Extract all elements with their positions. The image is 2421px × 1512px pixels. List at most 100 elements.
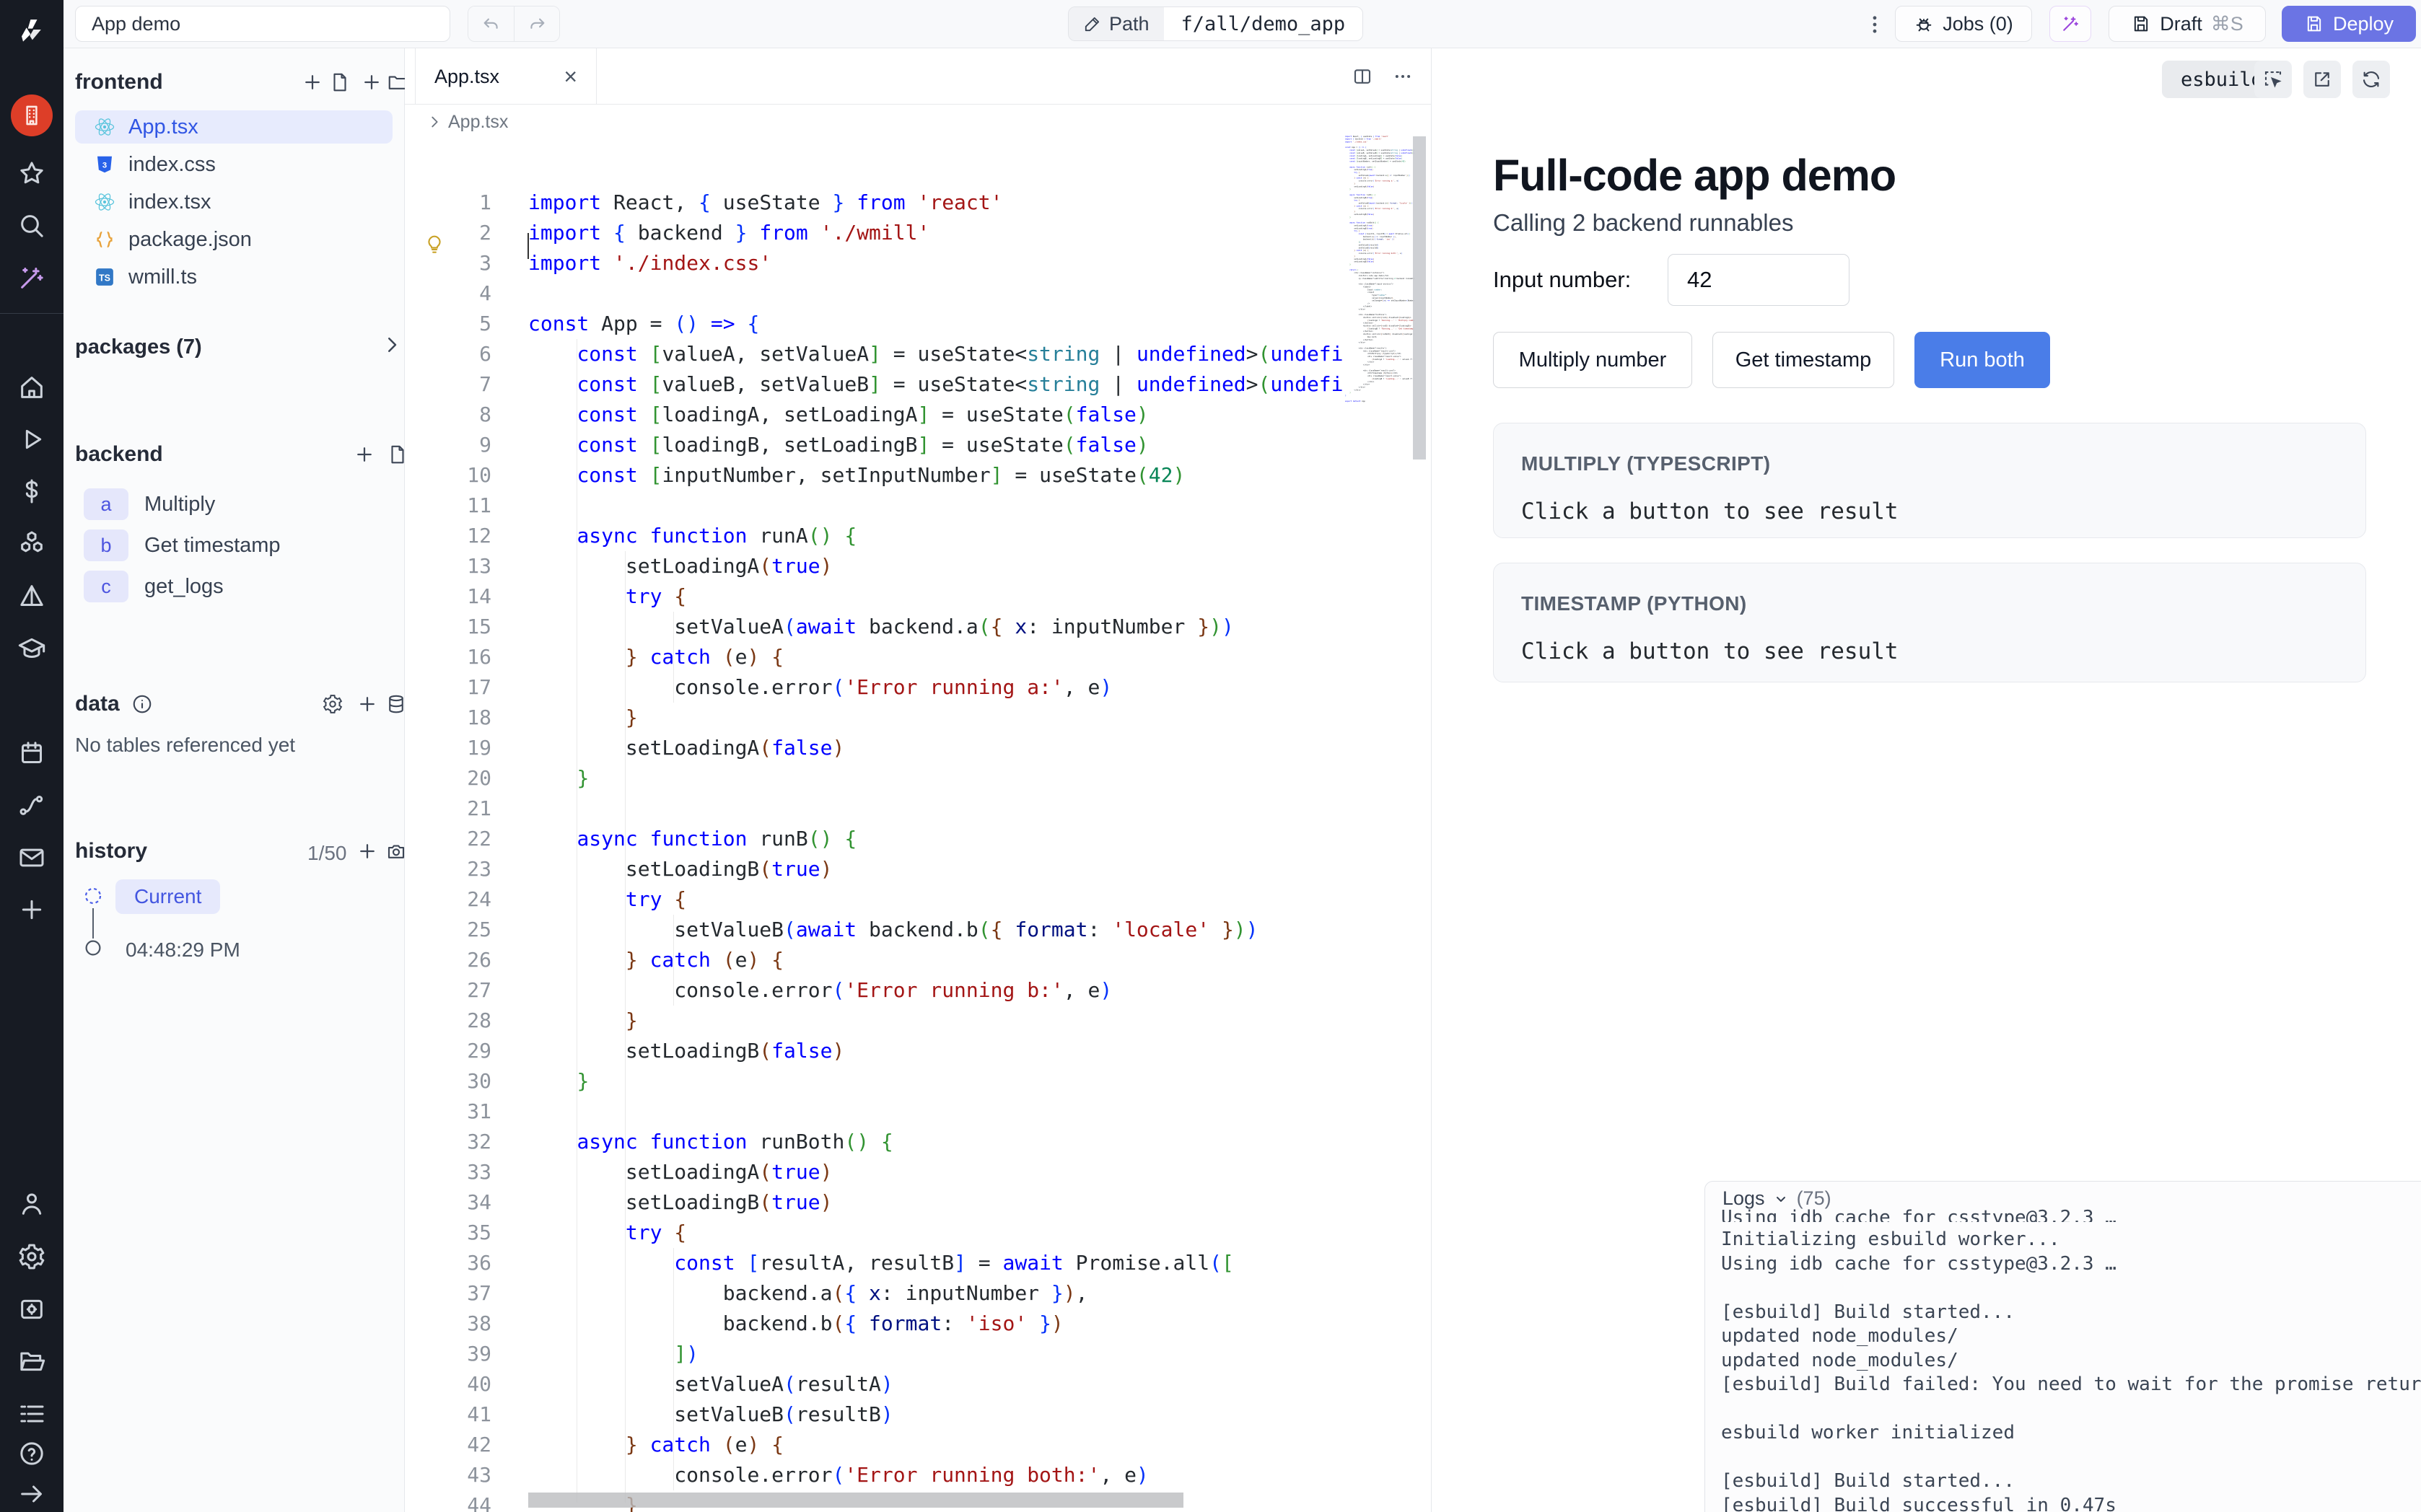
ai-wand-button[interactable] (2049, 6, 2091, 42)
indent-guide (673, 612, 674, 703)
add-plus-icon (17, 895, 46, 924)
line-number: 3 (405, 248, 491, 278)
line-number: 26 (405, 945, 491, 975)
horizontal-scrollbar[interactable] (528, 1493, 1183, 1508)
jobs-button[interactable]: Jobs (0) (1895, 6, 2032, 42)
svg-text:TS: TS (99, 273, 110, 284)
file-row-package-json[interactable]: package.json (75, 223, 393, 256)
logs-dropdown[interactable]: Logs (75) (1722, 1187, 1831, 1210)
undo-button[interactable] (468, 6, 514, 41)
rail-item-windmill-logo[interactable] (0, 10, 64, 52)
backend-section-title: backend (75, 442, 163, 467)
line-number: 29 (405, 1036, 491, 1066)
vertical-scrollbar[interactable] (1413, 136, 1426, 460)
file-row-index-tsx[interactable]: index.tsx (75, 185, 393, 219)
app-root: Path f/all/demo_app Jobs (0) Draft ⌘S De… (0, 0, 2421, 1512)
history-add-button[interactable] (356, 840, 378, 862)
split-view-icon[interactable] (1352, 66, 1373, 87)
history-node-icon[interactable] (82, 937, 104, 959)
typescript-icon: TS (94, 266, 115, 288)
rail-item-add-plus-icon[interactable] (0, 889, 64, 931)
file-row-wmill-ts[interactable]: TSwmill.ts (75, 260, 393, 294)
rail-item-workers-server-icon[interactable] (0, 1288, 64, 1330)
deploy-label: Deploy (2333, 13, 2394, 35)
close-icon[interactable]: × (564, 63, 577, 90)
history-current-badge[interactable]: Current (115, 879, 220, 914)
rail-item-user-icon[interactable] (0, 1183, 64, 1225)
rail-item-settings-gear-icon[interactable] (0, 1236, 64, 1278)
add-folder-button[interactable] (361, 71, 382, 93)
rail-item-variables-dollar-icon[interactable] (0, 470, 64, 512)
input-number-field[interactable] (1668, 254, 1849, 306)
rail-item-help-icon[interactable] (0, 1433, 64, 1474)
line-number: 1 (405, 188, 491, 218)
minimap[interactable]: import React, { useState } from 'react'i… (1344, 135, 1414, 1512)
get-timestamp-button[interactable]: Get timestamp (1712, 332, 1894, 388)
code-line-33: setLoadingA(true) (528, 1157, 832, 1187)
backend-runnable-a[interactable]: aMultiply (84, 488, 215, 520)
rail-item-mail-icon[interactable] (0, 837, 64, 879)
redo-button[interactable] (514, 6, 559, 41)
code-line-5: const App = () => { (528, 309, 759, 339)
app-name-input[interactable] (75, 6, 450, 42)
rail-item-triggers-prism-icon[interactable] (0, 575, 64, 617)
data-add-button[interactable] (356, 693, 378, 715)
code-line-43: console.error('Error running both:', e) (528, 1460, 1149, 1490)
rail-item-home-icon[interactable] (0, 366, 64, 408)
rail-item-expand-arrow-icon[interactable] (0, 1473, 64, 1512)
rail-item-magic-wand-icon[interactable] (0, 257, 64, 299)
rail-item-resources-cubes-icon[interactable] (0, 522, 64, 564)
rail-item-schedules-calendar-icon[interactable] (0, 732, 64, 774)
camera-icon[interactable] (385, 840, 407, 862)
line-number: 13 (405, 551, 491, 581)
chevron-right-icon (426, 114, 442, 130)
log-line: esbuild worker initialized (1721, 1421, 2015, 1445)
backend-runnable-b[interactable]: bGet timestamp (84, 529, 281, 561)
rail-divider (0, 313, 64, 314)
rail-item-apps-building-icon[interactable] (0, 94, 64, 136)
refresh-button[interactable] (2352, 61, 2390, 98)
timestamp-result-card: TIMESTAMP (PYTHON) Click a button to see… (1493, 563, 2366, 682)
draft-button[interactable]: Draft ⌘S (2109, 6, 2266, 42)
settings-gear-icon (17, 1242, 46, 1271)
backend-add-button[interactable] (354, 444, 375, 465)
code-line-16: } catch (e) { (528, 642, 784, 672)
rail-item-runs-play-icon[interactable] (0, 418, 64, 460)
run-both-button[interactable]: Run both (1914, 332, 2050, 388)
code-line-12: async function runA() { (528, 521, 857, 551)
breadcrumb[interactable]: App.tsx (426, 105, 508, 139)
chevron-right-icon[interactable] (381, 334, 403, 356)
packages-toggle[interactable]: packages (7) (75, 335, 202, 359)
file-row-index-css[interactable]: 3index.css (75, 148, 393, 181)
add-file-button[interactable] (302, 71, 323, 93)
rail-item-folders-icon[interactable] (0, 1340, 64, 1382)
redo-icon (527, 14, 547, 34)
rail-item-search-icon[interactable] (0, 205, 64, 247)
undo-redo-group (468, 6, 560, 42)
draft-label: Draft (2160, 13, 2202, 35)
deploy-button[interactable]: Deploy (2282, 6, 2416, 42)
inspect-select-button[interactable] (2254, 61, 2292, 98)
data-settings-gear-icon[interactable] (322, 693, 343, 715)
line-number: 18 (405, 703, 491, 733)
line-number: 11 (405, 491, 491, 521)
more-ellipsis-icon[interactable] (1392, 66, 1414, 87)
multiply-number-button[interactable]: Multiply number (1493, 332, 1692, 388)
file-row-app-tsx[interactable]: App.tsx (75, 110, 393, 144)
tab-app-tsx[interactable]: App.tsx × (415, 48, 597, 105)
rail-item-audit-logs-list-icon[interactable] (0, 1393, 64, 1435)
preview-subtitle: Calling 2 backend runnables (1493, 209, 1793, 237)
rail-item-flows-route-icon[interactable] (0, 784, 64, 826)
path-widget[interactable]: Path f/all/demo_app (1068, 6, 1363, 41)
kebab-menu-icon[interactable] (1860, 10, 1889, 39)
history-section-title: history (75, 839, 147, 863)
rail-item-learn-graduation-cap-icon[interactable] (0, 627, 64, 669)
history-current-node-icon[interactable] (82, 885, 104, 907)
backend-runnable-c[interactable]: cget_logs (84, 571, 224, 602)
code-area[interactable]: 1234567891011121314151617181920212223242… (405, 139, 1344, 1512)
file-icon (329, 71, 351, 93)
code-line-14: try { (528, 581, 686, 612)
open-external-button[interactable] (2303, 61, 2341, 98)
rail-item-star-icon[interactable] (0, 153, 64, 195)
runnable-name: Multiply (144, 493, 215, 517)
